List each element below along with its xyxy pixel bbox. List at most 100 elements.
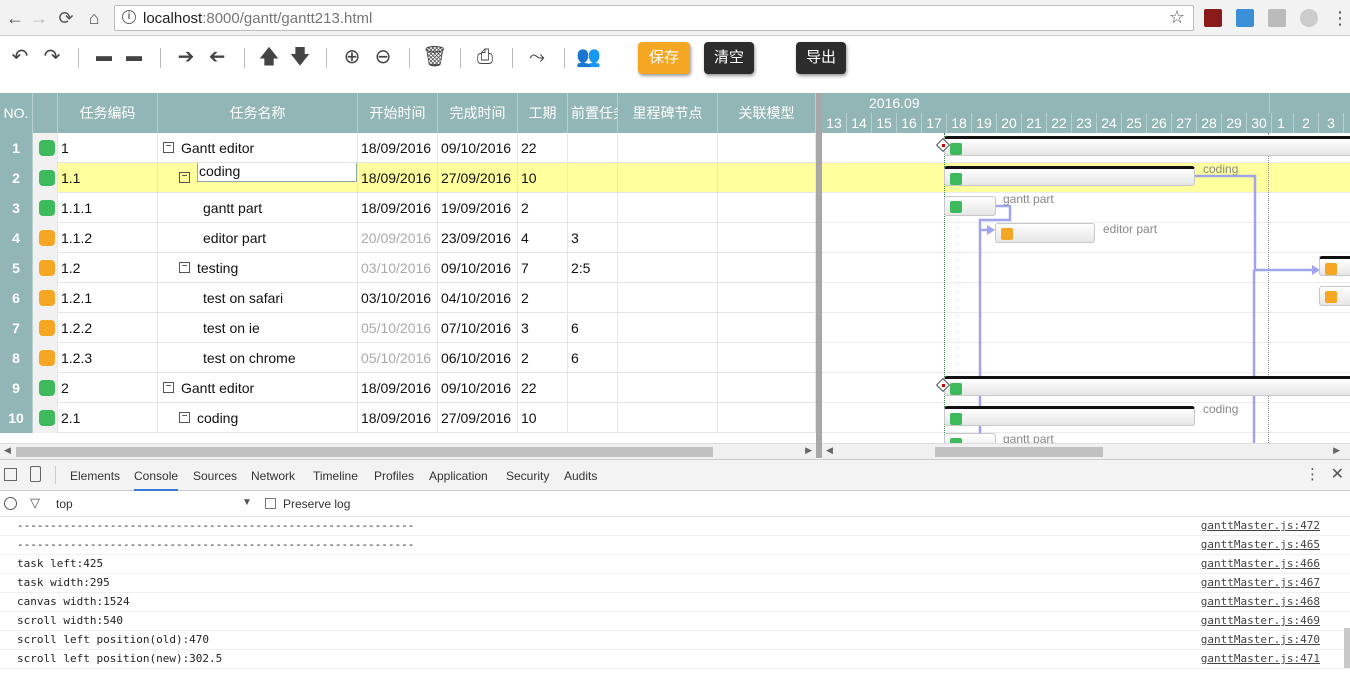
predecessor[interactable]: 6: [568, 343, 618, 373]
predecessor[interactable]: 3: [568, 223, 618, 253]
duration[interactable]: 22: [518, 133, 568, 163]
task-code[interactable]: 1.2.1: [58, 283, 158, 313]
task-name[interactable]: gantt part: [203, 200, 262, 216]
milestone-cell[interactable]: [618, 223, 718, 253]
header-duration[interactable]: 工期: [518, 93, 568, 133]
predecessor[interactable]: [568, 283, 618, 313]
row-number[interactable]: 5: [0, 253, 33, 283]
milestone-cell[interactable]: [618, 403, 718, 433]
address-bar[interactable]: i localhost:8000/gantt/gantt213.html ☆: [114, 5, 1194, 31]
header-predecessor[interactable]: 前置任务: [568, 93, 618, 133]
status-dot-icon[interactable]: [39, 350, 55, 366]
outdent-icon[interactable]: ➔: [205, 46, 229, 68]
status-dot-icon[interactable]: [39, 140, 55, 156]
gantt-bar-3[interactable]: [944, 196, 996, 216]
milestone-cell[interactable]: [618, 283, 718, 313]
table-row[interactable]: 9 2− Gantt editor 18/09/2016 09/10/2016 22: [0, 373, 816, 403]
end-date[interactable]: 19/09/2016: [438, 193, 518, 223]
grid-hscrollbar[interactable]: ◀ ▶: [0, 443, 816, 459]
start-date[interactable]: 18/09/2016: [358, 133, 438, 163]
model-cell[interactable]: [718, 163, 816, 193]
undo-icon[interactable]: ↶: [8, 46, 32, 68]
milestone-cell[interactable]: [618, 373, 718, 403]
console-source-link[interactable]: ganttMaster.js:465: [1201, 536, 1320, 554]
status-dot-icon[interactable]: [39, 260, 55, 276]
duration[interactable]: 4: [518, 223, 568, 253]
milestone-cell[interactable]: [618, 313, 718, 343]
browser-menu-icon[interactable]: ⋮: [1328, 6, 1350, 30]
export-button[interactable]: 导出: [796, 42, 846, 74]
row-number[interactable]: 6: [0, 283, 33, 313]
devtools-menu-icon[interactable]: ⋮: [1305, 465, 1320, 483]
task-name[interactable]: test on safari: [203, 290, 283, 306]
gantt-hscrollbar[interactable]: ◀ ▶: [822, 443, 1350, 459]
clear-button[interactable]: 清空: [704, 42, 754, 74]
end-date[interactable]: 09/10/2016: [438, 253, 518, 283]
gantt-bar-9[interactable]: [944, 376, 1350, 396]
start-date[interactable]: 05/10/2016: [358, 313, 438, 343]
inspect-icon[interactable]: [4, 468, 17, 481]
task-name[interactable]: test on chrome: [203, 350, 296, 366]
console-scrollbar[interactable]: [1344, 628, 1350, 668]
context-selector[interactable]: top: [56, 497, 73, 511]
table-row[interactable]: 1 1− Gantt editor 18/09/2016 09/10/2016 22: [0, 133, 816, 163]
resources-icon[interactable]: 👥: [576, 46, 601, 68]
devtools-tab-application[interactable]: Application: [429, 469, 488, 483]
bookmark-extension-icon[interactable]: [1236, 9, 1254, 27]
task-name-cell[interactable]: editor part: [158, 223, 358, 253]
duration[interactable]: 7: [518, 253, 568, 283]
end-date[interactable]: 04/10/2016: [438, 283, 518, 313]
end-date[interactable]: 06/10/2016: [438, 343, 518, 373]
chevron-down-icon[interactable]: ▼: [242, 497, 252, 508]
gantt-bar-1[interactable]: [944, 136, 1350, 156]
predecessor[interactable]: [568, 403, 618, 433]
console-source-link[interactable]: ganttMaster.js:466: [1201, 555, 1320, 573]
model-cell[interactable]: [718, 373, 816, 403]
move-up-icon[interactable]: 🡅: [257, 46, 281, 68]
task-code[interactable]: 1.2.2: [58, 313, 158, 343]
task-code[interactable]: 2.1: [58, 403, 158, 433]
devtools-tab-audits[interactable]: Audits: [564, 469, 597, 483]
scroll-left-arrow-icon[interactable]: ◀: [826, 445, 833, 456]
header-name[interactable]: 任务名称: [158, 93, 358, 133]
task-name-cell[interactable]: gantt part: [158, 193, 358, 223]
predecessor[interactable]: 2:5: [568, 253, 618, 283]
task-name[interactable]: coding: [197, 410, 238, 426]
start-date[interactable]: 18/09/2016: [358, 193, 438, 223]
task-code[interactable]: 1.1: [58, 163, 158, 193]
console-source-link[interactable]: ganttMaster.js:469: [1201, 612, 1320, 630]
devtools-tab-network[interactable]: Network: [251, 469, 295, 483]
task-name-cell[interactable]: test on ie: [158, 313, 358, 343]
clear-console-icon[interactable]: [4, 497, 17, 510]
gantt-scroll-thumb[interactable]: [935, 447, 1103, 457]
duration[interactable]: 22: [518, 373, 568, 403]
status-cell[interactable]: [33, 163, 58, 193]
status-cell[interactable]: [33, 223, 58, 253]
task-code[interactable]: 2: [58, 373, 158, 403]
status-cell[interactable]: [33, 313, 58, 343]
duration[interactable]: 10: [518, 403, 568, 433]
devtools-tab-sources[interactable]: Sources: [193, 469, 237, 483]
console-source-link[interactable]: ganttMaster.js:471: [1201, 650, 1320, 668]
duration[interactable]: 2: [518, 343, 568, 373]
status-dot-icon[interactable]: [39, 230, 55, 246]
status-cell[interactable]: [33, 193, 58, 223]
start-date[interactable]: 03/10/2016: [358, 283, 438, 313]
url-text[interactable]: localhost:8000/gantt/gantt213.html: [143, 10, 372, 27]
milestone-cell[interactable]: [618, 133, 718, 163]
row-number[interactable]: 7: [0, 313, 33, 343]
model-cell[interactable]: [718, 193, 816, 223]
duration[interactable]: 3: [518, 313, 568, 343]
row-number[interactable]: 9: [0, 373, 33, 403]
status-dot-icon[interactable]: [39, 290, 55, 306]
collapse-toggle-icon[interactable]: −: [179, 172, 190, 184]
device-toggle-icon[interactable]: [30, 466, 41, 482]
status-dot-icon[interactable]: [39, 200, 55, 216]
end-date[interactable]: 23/09/2016: [438, 223, 518, 253]
task-name-cell[interactable]: − coding: [158, 163, 358, 193]
home-button[interactable]: ⌂: [82, 6, 106, 30]
task-name-cell[interactable]: − coding: [158, 403, 358, 433]
preserve-log-checkbox[interactable]: [265, 498, 276, 509]
move-down-icon[interactable]: 🡇: [288, 46, 312, 68]
reload-button[interactable]: ⟳: [54, 6, 78, 30]
